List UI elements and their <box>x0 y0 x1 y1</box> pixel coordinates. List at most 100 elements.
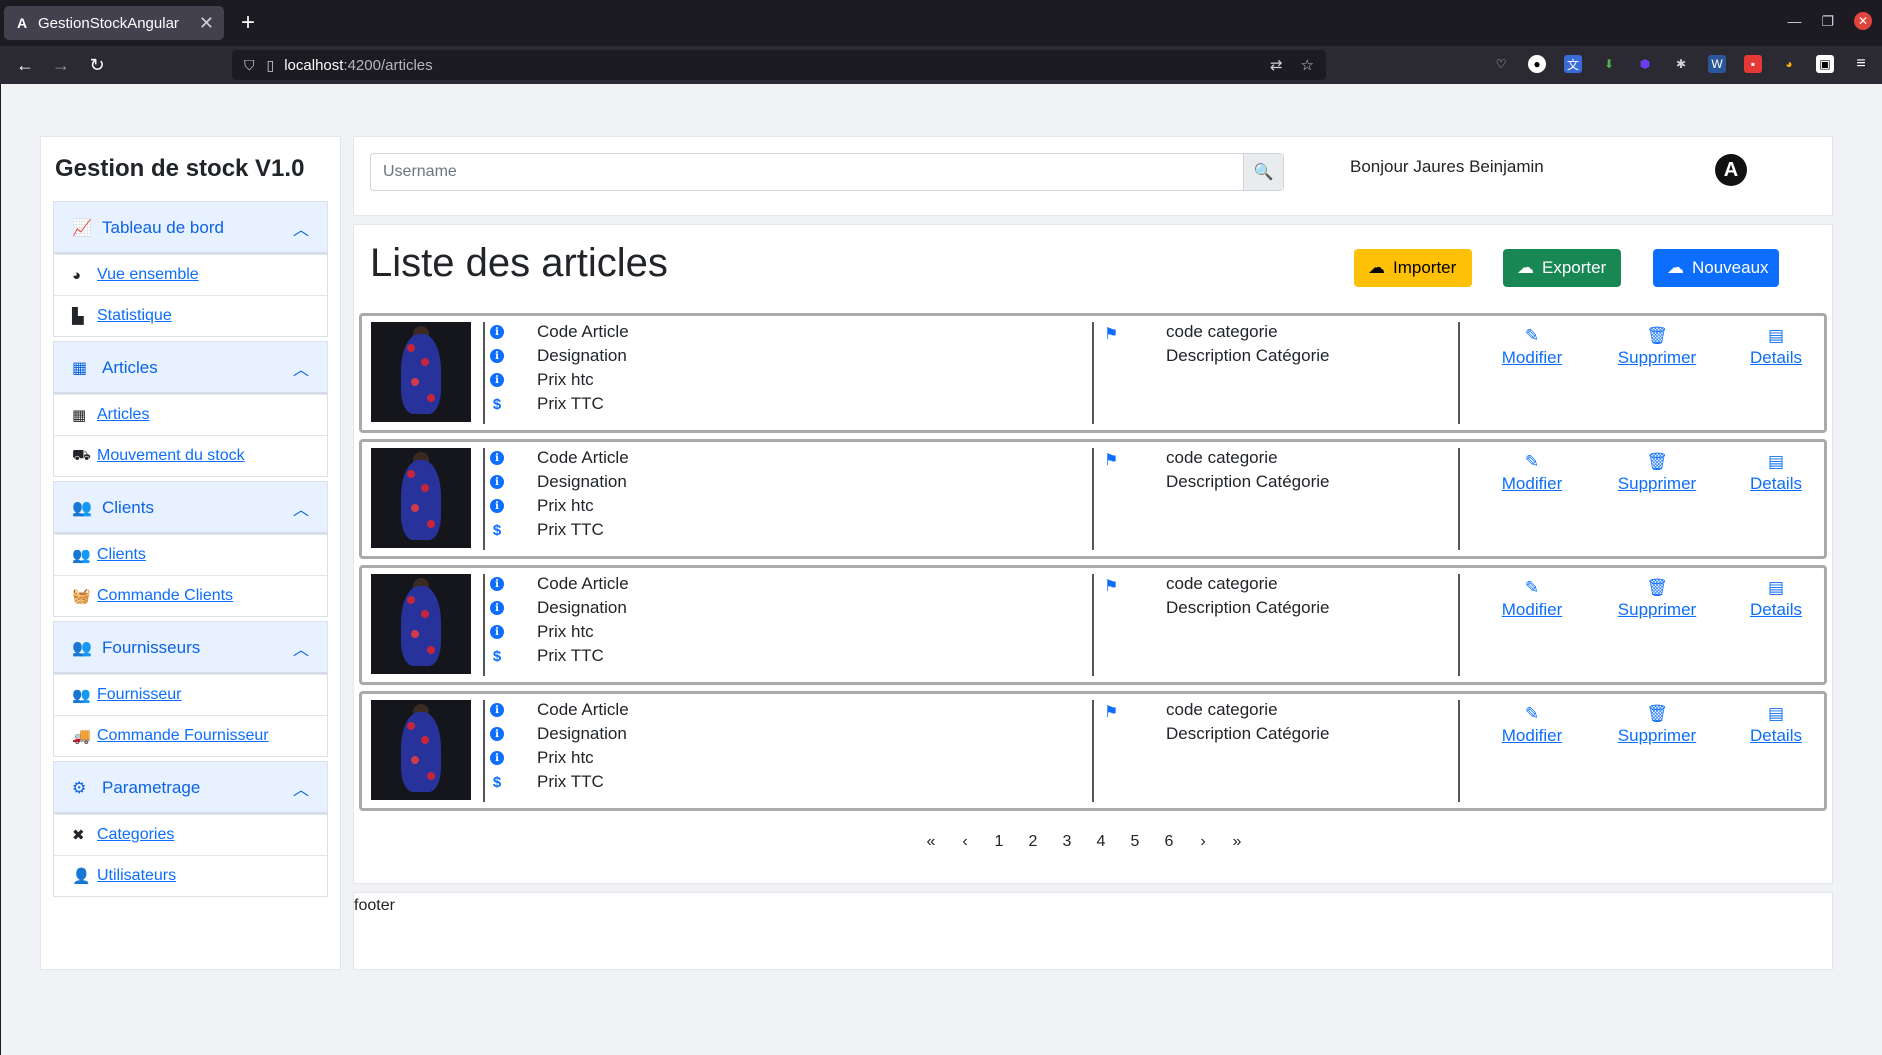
main-content: Liste des articles ☁ Importer ☁ Exporter… <box>353 224 1833 884</box>
page-1-button[interactable]: 1 <box>982 825 1016 859</box>
shield-icon[interactable]: ⛉ <box>244 57 255 74</box>
link-commande-fournisseur[interactable]: Commande Fournisseur <box>97 727 269 745</box>
pencil-icon: ✎ <box>1524 704 1540 723</box>
supprimer-link[interactable]: Supprimer <box>1618 726 1696 746</box>
field-code-article: Code Article <box>537 322 629 341</box>
download-ext-icon[interactable]: ⬇ <box>1600 55 1618 73</box>
sidebar-item-vue-ensemble: ◕ Vue ensemble <box>54 254 327 295</box>
search-icon: 🔍 <box>1253 164 1274 181</box>
supprimer-link[interactable]: Supprimer <box>1618 600 1696 620</box>
article-info: i Code Article i Designation i Prix htc $ Pr… <box>487 572 629 668</box>
page-5-button[interactable]: 5 <box>1118 825 1152 859</box>
field-description-categorie: Description Catégorie <box>1166 472 1330 491</box>
search-button[interactable]: 🔍 <box>1243 154 1283 190</box>
details-link[interactable]: Details <box>1750 348 1802 368</box>
article-image <box>371 574 471 674</box>
link-vue-ensemble[interactable]: Vue ensemble <box>97 266 199 284</box>
next-page-button[interactable]: › <box>1186 825 1220 859</box>
link-statistique[interactable]: Statistique <box>97 307 172 325</box>
color-ext-icon[interactable]: ◕ <box>1780 55 1798 73</box>
modifier-link[interactable]: Modifier <box>1502 726 1562 746</box>
close-tab-icon[interactable]: ✕ <box>199 13 214 34</box>
search-input[interactable] <box>371 154 1243 190</box>
dolly-icon: ⛟ <box>72 446 91 464</box>
page-3-button[interactable]: 3 <box>1050 825 1084 859</box>
top-bar: 🔍 Bonjour Jaures Beinjamin A <box>353 136 1833 216</box>
article-category: ⚑ code categorie Description Catégorie <box>1104 446 1329 494</box>
gear-ext-icon[interactable]: ✱ <box>1672 55 1690 73</box>
link-clients[interactable]: Clients <box>97 546 146 564</box>
page-4-button[interactable]: 4 <box>1084 825 1118 859</box>
chart-line-icon: 📈 <box>72 219 92 237</box>
export-button[interactable]: ☁ Exporter <box>1503 249 1621 287</box>
users-icon: 👥 <box>72 639 92 657</box>
forward-arrow-icon[interactable]: → <box>43 50 79 80</box>
browser-tab[interactable]: A GestionStockAngular ✕ <box>4 6 224 40</box>
angular-favicon-icon: A <box>16 15 28 31</box>
minimize-icon[interactable]: — <box>1787 13 1801 29</box>
accordion-header-tableau-de-bord[interactable]: 📈 Tableau de bord ︿ <box>54 202 327 254</box>
link-categories[interactable]: Categories <box>97 826 174 844</box>
angular-logo-icon: A <box>1715 154 1747 186</box>
red-ext-icon[interactable]: ▪ <box>1744 55 1762 73</box>
reload-icon[interactable]: ↻ <box>79 50 115 80</box>
info-circle-icon: i <box>490 727 504 741</box>
page-6-button[interactable]: 6 <box>1152 825 1186 859</box>
accordion-header-parametrage[interactable]: ⚙ Parametrage ︿ <box>54 762 327 814</box>
link-fournisseur[interactable]: Fournisseur <box>97 686 181 704</box>
translate-ext-icon[interactable]: 文 <box>1564 55 1582 73</box>
word-ext-icon[interactable]: W <box>1708 55 1726 73</box>
section-title: Articles <box>102 357 158 377</box>
window-controls: — ❐ ✕ <box>1787 12 1872 30</box>
back-arrow-icon[interactable]: ← <box>7 50 43 80</box>
field-designation: Designation <box>537 346 627 365</box>
supprimer-link[interactable]: Supprimer <box>1618 348 1696 368</box>
supprimer-link[interactable]: Supprimer <box>1618 474 1696 494</box>
info-circle-icon: i <box>490 577 504 591</box>
prev-page-button[interactable]: ‹ <box>948 825 982 859</box>
page-2-button[interactable]: 2 <box>1016 825 1050 859</box>
accordion-header-articles[interactable]: ▦ Articles ︿ <box>54 342 327 394</box>
info-circle-icon: i <box>490 751 504 765</box>
restore-icon[interactable]: ❐ <box>1821 13 1834 30</box>
bookmark-star-icon[interactable]: ☆ <box>1301 56 1314 74</box>
link-commande-clients[interactable]: Commande Clients <box>97 587 233 605</box>
pie-chart-icon: ◕ <box>72 266 82 284</box>
flag-checkered-icon: ⚑ <box>1104 704 1119 721</box>
accordion-header-clients[interactable]: 👥 Clients ︿ <box>54 482 327 534</box>
modifier-link[interactable]: Modifier <box>1502 600 1562 620</box>
article-info: i Code Article i Designation i Prix htc $ Pr… <box>487 698 629 794</box>
chevron-up-icon: ︿ <box>292 221 309 239</box>
sidebar: Gestion de stock V1.0 📈 Tableau de bord … <box>40 136 341 970</box>
basket-icon: 🧺 <box>72 588 91 605</box>
ext-square-icon[interactable]: ▣ <box>1816 55 1834 73</box>
pocket-icon[interactable]: ♡ <box>1492 55 1510 73</box>
details-link[interactable]: Details <box>1750 726 1802 746</box>
last-page-button[interactable]: » <box>1220 825 1254 859</box>
article-card: i Code Article i Designation i Prix htc $ Pr… <box>359 565 1827 685</box>
link-utilisateurs[interactable]: Utilisateurs <box>97 867 176 885</box>
modifier-link[interactable]: Modifier <box>1502 474 1562 494</box>
new-button[interactable]: ☁ Nouveaux <box>1653 249 1779 287</box>
details-link[interactable]: Details <box>1750 474 1802 494</box>
link-mouvement-stock[interactable]: Mouvement du stock <box>97 447 245 465</box>
extension-icon[interactable]: ● <box>1528 55 1546 73</box>
url-bar[interactable]: ⛉ ▯ localhost:4200/articles ⇄ ☆ <box>232 50 1326 80</box>
link-articles[interactable]: Articles <box>97 406 149 424</box>
page-info-icon[interactable]: ▯ <box>267 57 275 74</box>
modifier-link[interactable]: Modifier <box>1502 348 1562 368</box>
menu-icon[interactable]: ≡ <box>1852 55 1870 73</box>
details-link[interactable]: Details <box>1750 600 1802 620</box>
new-tab-button[interactable]: + <box>234 9 262 37</box>
field-prix-htc: Prix htc <box>537 622 594 641</box>
first-page-button[interactable]: « <box>914 825 948 859</box>
sidebar-item-commande-fournisseur: 🚚 Commande Fournisseur <box>54 715 327 756</box>
section-parametrage: ⚙ Parametrage ︿ ✖ Categories 👤 Utilisate… <box>53 761 328 897</box>
field-prix-ttc: Prix TTC <box>537 520 604 539</box>
section-title: Clients <box>102 497 154 517</box>
translate-icon[interactable]: ⇄ <box>1270 56 1283 74</box>
ext-purple-icon[interactable]: ⬢ <box>1636 55 1654 73</box>
accordion-header-fournisseurs[interactable]: 👥 Fournisseurs ︿ <box>54 622 327 674</box>
import-button[interactable]: ☁ Importer <box>1354 249 1472 287</box>
close-window-icon[interactable]: ✕ <box>1854 12 1872 30</box>
